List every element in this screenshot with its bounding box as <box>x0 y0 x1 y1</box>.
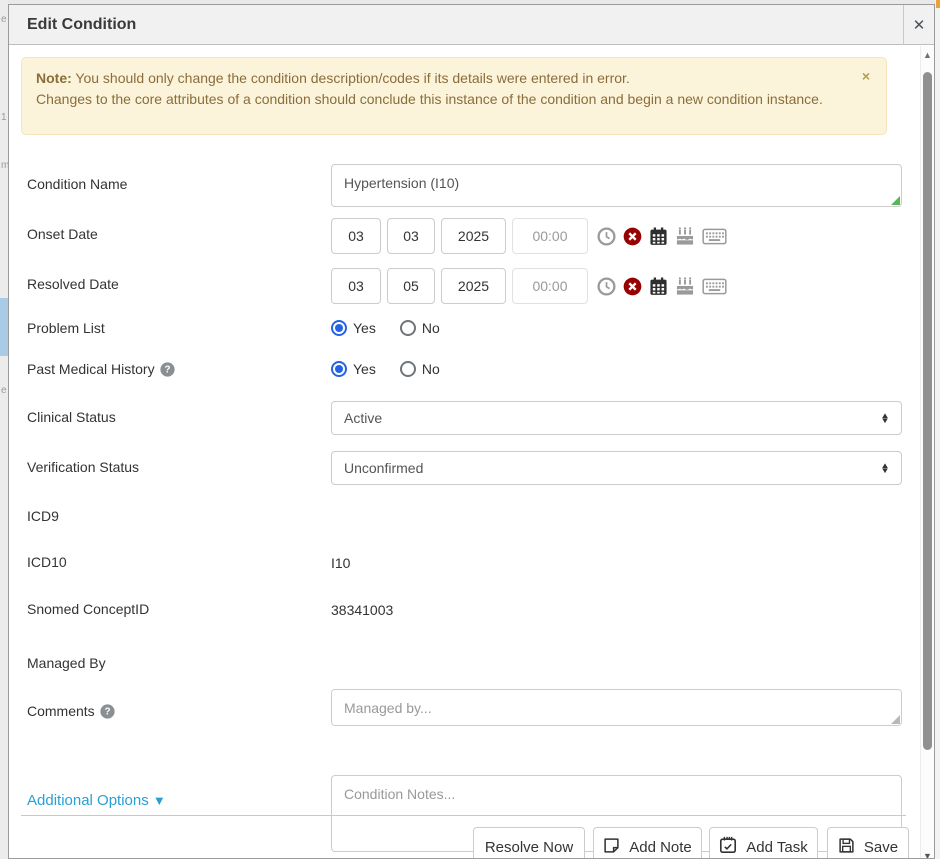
backdrop-highlight <box>0 298 8 356</box>
radio-label-yes[interactable]: Yes <box>353 361 376 377</box>
resize-grip-icon[interactable] <box>891 715 900 724</box>
select-arrows-icon: ▲▼ <box>881 463 889 473</box>
pmh-no-radio[interactable] <box>400 361 416 377</box>
managed-by-label: Managed By <box>27 655 106 671</box>
caret-down-icon: ▼ <box>153 793 166 808</box>
backdrop-fragment: m <box>1 160 8 171</box>
calendar-icon[interactable] <box>649 277 668 296</box>
condition-name-label: Condition Name <box>27 176 127 192</box>
save-icon <box>838 837 855 858</box>
additional-options-toggle[interactable]: Additional Options ▼ <box>27 792 166 809</box>
managed-by-input[interactable] <box>331 689 902 726</box>
add-task-button[interactable]: Add Task <box>709 827 818 859</box>
note-text-1: You should only change the condition des… <box>75 70 629 86</box>
add-note-button[interactable]: Add Note <box>593 827 702 859</box>
radio-label-no[interactable]: No <box>422 361 440 377</box>
close-icon[interactable]: ✕ <box>903 5 934 45</box>
comments-label: Comments? <box>27 703 115 722</box>
radio-label-yes[interactable]: Yes <box>353 320 376 336</box>
onset-time-input[interactable] <box>512 218 588 254</box>
resolve-now-button[interactable]: Resolve Now <box>473 827 585 859</box>
keyboard-icon[interactable] <box>702 278 727 295</box>
icd10-label: ICD10 <box>27 554 67 570</box>
background-page-right <box>935 0 940 859</box>
question-circle-icon[interactable]: ? <box>160 362 175 380</box>
problem-list-label: Problem List <box>27 320 105 336</box>
clock-icon[interactable] <box>597 277 616 296</box>
save-button[interactable]: Save <box>827 827 909 859</box>
backdrop-fragment: e <box>1 14 7 25</box>
birthday-cake-icon[interactable] <box>675 277 695 296</box>
snomed-conceptid-value: 38341003 <box>331 602 393 618</box>
condition-name-input[interactable]: Hypertension (I10) <box>331 164 902 207</box>
calendar-check-icon <box>719 836 737 858</box>
birthday-cake-icon[interactable] <box>675 227 695 246</box>
pmh-yes-radio[interactable] <box>331 361 347 377</box>
verification-status-label: Verification Status <box>27 459 139 475</box>
snomed-conceptid-label: Snomed ConceptID <box>27 601 149 617</box>
onset-date-label: Onset Date <box>27 226 98 242</box>
backdrop-chip <box>936 0 940 8</box>
onset-date-row <box>331 218 902 254</box>
past-medical-history-label: Past Medical History? <box>27 361 175 380</box>
clinical-status-label: Clinical Status <box>27 409 116 425</box>
times-circle-icon[interactable] <box>623 277 642 296</box>
clinical-status-value: Active <box>344 410 382 426</box>
problem-list-no-radio[interactable] <box>400 320 416 336</box>
radio-label-no[interactable]: No <box>422 320 440 336</box>
note-icon <box>603 837 620 858</box>
select-arrows-icon: ▲▼ <box>881 413 889 423</box>
note-text-2: Changes to the core attributes of a cond… <box>36 89 838 110</box>
background-page-left: e 1 m e <box>0 0 8 859</box>
resolved-time-input[interactable] <box>512 268 588 304</box>
clock-icon[interactable] <box>597 227 616 246</box>
onset-year-input[interactable] <box>441 218 506 254</box>
resolved-year-input[interactable] <box>441 268 506 304</box>
resolved-date-row <box>331 268 902 304</box>
calendar-icon[interactable] <box>649 227 668 246</box>
svg-text:?: ? <box>164 365 170 376</box>
note-dismiss-icon[interactable]: × <box>862 70 870 82</box>
keyboard-icon[interactable] <box>702 228 727 245</box>
modal-title: Edit Condition <box>9 16 136 34</box>
backdrop-fragment: e <box>1 385 7 396</box>
footer-divider <box>21 815 906 816</box>
problem-list-radio-group: Yes No <box>331 320 464 336</box>
icd9-label: ICD9 <box>27 508 59 524</box>
note-label: Note: <box>36 70 72 86</box>
times-circle-icon[interactable] <box>623 227 642 246</box>
onset-day-input[interactable] <box>331 218 381 254</box>
svg-text:?: ? <box>104 707 110 718</box>
verification-status-value: Unconfirmed <box>344 460 423 476</box>
warning-note: Note: You should only change the conditi… <box>21 57 887 135</box>
past-medical-history-radio-group: Yes No <box>331 361 464 377</box>
clinical-status-select[interactable]: Active ▲▼ <box>331 401 902 435</box>
scrollbar-down-icon[interactable]: ▼ <box>921 851 934 859</box>
scrollbar-thumb[interactable] <box>923 72 932 750</box>
edit-condition-modal: Edit Condition ✕ Note: You should only c… <box>8 4 935 859</box>
resolved-month-input[interactable] <box>387 268 435 304</box>
modal-header: Edit Condition ✕ <box>9 5 934 45</box>
problem-list-yes-radio[interactable] <box>331 320 347 336</box>
icd10-value: I10 <box>331 555 350 571</box>
onset-month-input[interactable] <box>387 218 435 254</box>
resolved-date-label: Resolved Date <box>27 276 119 292</box>
question-circle-icon[interactable]: ? <box>100 704 115 722</box>
backdrop-fragment: 1 <box>1 112 7 123</box>
resolved-day-input[interactable] <box>331 268 381 304</box>
verification-status-select[interactable]: Unconfirmed ▲▼ <box>331 451 902 485</box>
modal-scrollbar[interactable]: ▲ ▼ <box>920 46 934 858</box>
scrollbar-up-icon[interactable]: ▲ <box>921 50 934 60</box>
resize-grip-icon[interactable] <box>891 196 900 205</box>
